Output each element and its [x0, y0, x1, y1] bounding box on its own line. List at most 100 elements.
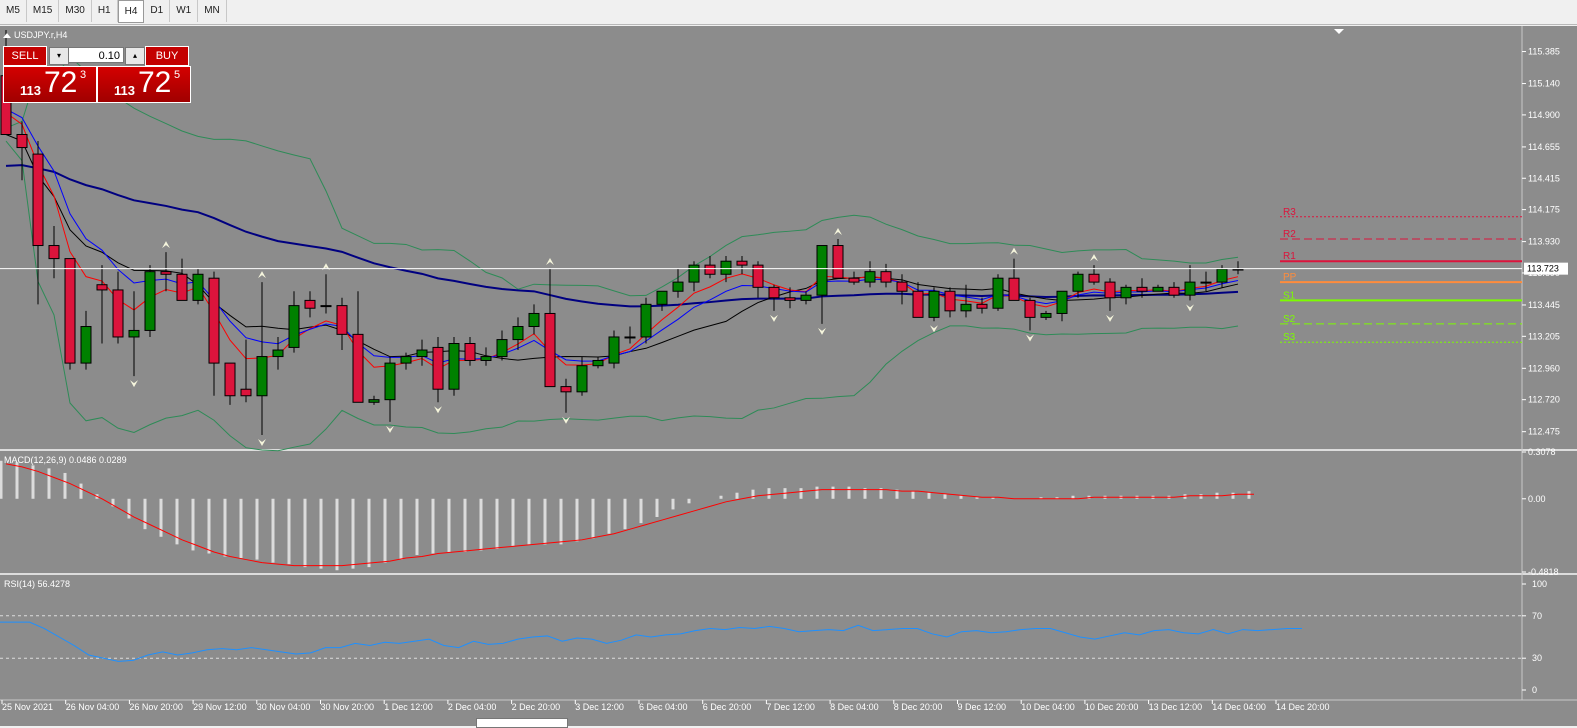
time-tick-label: 14 Dec 20:00 [1276, 702, 1330, 712]
candle-bull [512, 326, 524, 341]
time-tick-label: 9 Dec 12:00 [958, 702, 1007, 712]
sell-price-pips: 72 [44, 66, 78, 99]
collapse-arrow-icon [3, 33, 11, 38]
candle-bull [864, 271, 876, 283]
macd-tick-label: 0.3078 [1528, 447, 1556, 457]
price-tick-label: 113.930 [1528, 237, 1560, 247]
timeframe-h1-button[interactable]: H1 [92, 0, 118, 22]
lot-increase-button[interactable]: ▴ [125, 47, 145, 65]
time-tick-label: 8 Dec 20:00 [894, 702, 943, 712]
rsi-line [0, 621, 1302, 662]
candle-bull [128, 329, 140, 338]
buy-price-box[interactable]: 113 72 5 [97, 66, 191, 103]
timeframe-h4-button[interactable]: H4 [117, 0, 145, 23]
candle-bull [144, 271, 156, 331]
price-tick-label: 112.720 [1528, 395, 1560, 405]
bollinger-lower-line [5, 140, 1239, 452]
fractal-down-marker [130, 380, 138, 388]
candle-bull [1120, 286, 1132, 299]
candle-bull [480, 356, 492, 361]
sell-price-fraction: 3 [80, 69, 87, 81]
candle-bear [224, 362, 236, 397]
fractal-down-marker [386, 425, 394, 433]
ma-long-line [5, 164, 1239, 308]
timeframe-m30-button[interactable]: M30 [59, 0, 92, 22]
sell-price-box[interactable]: 113 72 3 [3, 66, 97, 103]
time-tick-label: 2 Dec 20:00 [512, 702, 561, 712]
pivot-label-r3: R3 [1283, 207, 1296, 218]
candle-bull [656, 290, 668, 305]
time-tick-label: 2 Dec 04:00 [448, 702, 497, 712]
candle-bear [848, 277, 860, 283]
candle-bear [1024, 299, 1036, 318]
sell-button[interactable]: SELL [3, 46, 47, 66]
time-tick-label: 30 Nov 04:00 [257, 702, 311, 712]
candle-bear [464, 343, 476, 361]
candle-bull [368, 399, 380, 403]
price-tick-label: 115.385 [1528, 47, 1560, 57]
macd-title: MACD(12,26,9) 0.0486 0.0289 [4, 455, 127, 465]
candle-bear [16, 134, 28, 149]
candle-bear [32, 153, 44, 247]
rsi-tick-label: 70 [1532, 611, 1542, 621]
price-tick-label: 112.960 [1528, 363, 1560, 373]
candle-bull [640, 303, 652, 338]
candle-bull [608, 336, 620, 364]
fractal-down-marker [258, 438, 266, 446]
candle-bear [544, 312, 556, 388]
candle-bull [1152, 286, 1164, 292]
rsi-tick-label: 100 [1532, 579, 1547, 589]
candle-bull [1040, 312, 1052, 318]
ma-fast-red-line [5, 112, 1239, 370]
rsi-tick-label: 30 [1532, 653, 1542, 663]
time-tick-label: 14 Dec 04:00 [1212, 702, 1266, 712]
candle-bull [400, 356, 412, 364]
fractal-up-marker [258, 271, 266, 279]
candle-bear [112, 289, 124, 338]
timeframe-mn-button[interactable]: MN [198, 0, 227, 22]
chart-tab-indicator[interactable] [476, 718, 568, 728]
timeframe-m15-button[interactable]: M15 [27, 0, 60, 22]
candle-bear [208, 277, 220, 364]
candle-bull [528, 312, 540, 328]
fractal-down-marker [1186, 304, 1194, 312]
candle-bear [432, 346, 444, 390]
candle-bull [1216, 268, 1228, 283]
candle-bull [928, 290, 940, 318]
candle-bull [672, 281, 684, 292]
candle-bear [96, 284, 108, 291]
candle-bull [256, 356, 268, 397]
candle-bull [624, 336, 636, 339]
buy-price-big: 113 [114, 83, 135, 98]
lot-size-input[interactable]: 0.10 [68, 47, 124, 63]
candle-bear [784, 297, 796, 301]
macd-tick-label: -0.4818 [1528, 567, 1559, 577]
candle-bull [1056, 290, 1068, 314]
candle-bull [80, 326, 92, 364]
fractal-down-marker [434, 406, 442, 414]
chart-area[interactable]: 115.385 115.140 114.900 114.655 114.415 114.1… [0, 26, 1577, 726]
candle-bear [896, 281, 908, 292]
chart-canvas[interactable]: 115.385 115.140 114.900 114.655 114.415 114.1… [0, 26, 1577, 726]
candle-bull [992, 277, 1004, 309]
price-tick-label: 114.415 [1528, 173, 1560, 183]
candle-bear [336, 305, 348, 335]
candle-bear [912, 290, 924, 318]
buy-button[interactable]: BUY [145, 46, 189, 66]
candle-bear [1136, 286, 1148, 292]
timeframe-d1-button[interactable]: D1 [144, 0, 171, 22]
time-tick-label: 25 Nov 2021 [2, 702, 53, 712]
time-tick-label: 10 Dec 04:00 [1021, 702, 1075, 712]
fractal-up-marker [1010, 247, 1018, 255]
current-price-label: 113.723 [1527, 264, 1559, 274]
time-tick-label: 26 Nov 04:00 [66, 702, 120, 712]
timeframe-w1-button[interactable]: W1 [170, 0, 199, 22]
ma-mid-line [5, 134, 1239, 361]
sell-price-big: 113 [20, 83, 41, 98]
timeframe-m5-button[interactable]: M5 [0, 0, 27, 22]
lot-decrease-dropdown[interactable]: ▾ [49, 47, 69, 65]
fractal-up-marker [546, 258, 554, 266]
candle-bear [944, 290, 956, 312]
candle-bull [800, 294, 812, 301]
candle-bull [592, 359, 604, 367]
